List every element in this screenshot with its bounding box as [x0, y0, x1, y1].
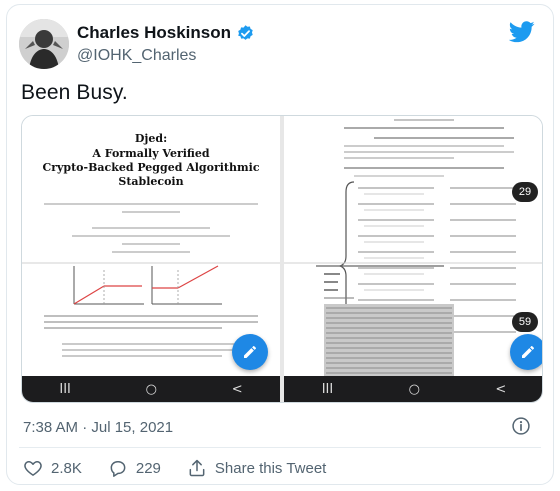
pencil-icon [522, 345, 534, 358]
media-right-page[interactable]: 29 59 III ○ < [284, 116, 542, 402]
tweet-text: Been Busy. [21, 81, 128, 104]
media-left-page[interactable]: Djed: A Formally Verified Crypto-Backed … [22, 116, 280, 402]
paper-equations [284, 119, 542, 378]
avatar[interactable] [19, 19, 69, 69]
actions-divider [19, 447, 541, 448]
edit-fab-right[interactable] [510, 334, 542, 370]
share-label: Share this Tweet [214, 459, 327, 477]
twitter-bird-icon[interactable] [509, 21, 535, 43]
android-navbar-left: III ○ < [22, 376, 280, 402]
heart-icon [24, 461, 42, 476]
info-icon[interactable] [511, 416, 531, 436]
tweet-media[interactable]: Djed: A Formally Verified Crypto-Backed … [21, 115, 543, 403]
reply-count: 229 [135, 459, 161, 477]
tweet-actions: 2.8K 229 Share this Tweet [23, 458, 352, 478]
edit-fab-left[interactable] [232, 334, 268, 370]
like-button[interactable]: 2.8K [23, 458, 82, 478]
recents-button[interactable]: III [59, 382, 71, 397]
pencil-icon [244, 345, 256, 358]
author-display-name[interactable]: Charles Hoskinson [77, 23, 231, 43]
android-navbar-right: III ○ < [284, 376, 542, 402]
home-button[interactable]: ○ [146, 382, 157, 397]
avatar-image [19, 19, 69, 69]
like-count: 2.8K [51, 459, 82, 477]
tweet-card: Charles Hoskinson @IOHK_Charles Been Bus… [6, 4, 554, 485]
home-button[interactable]: ○ [409, 382, 420, 397]
share-button[interactable]: Share this Tweet [187, 458, 326, 478]
back-button[interactable]: < [495, 382, 506, 397]
tweet-timestamp[interactable]: 7:38 AM · Jul 15, 2021 [23, 419, 173, 436]
reply-bubble-icon [110, 461, 126, 477]
reply-button[interactable]: 229 [108, 458, 161, 478]
author-handle[interactable]: @IOHK_Charles [77, 47, 196, 65]
share-icon [189, 459, 205, 477]
back-button[interactable]: < [232, 382, 243, 397]
author-name-row[interactable]: Charles Hoskinson [77, 23, 255, 43]
page-number-badge-bottom: 59 [512, 312, 538, 332]
page-number-badge-top: 29 [512, 182, 538, 202]
recents-button[interactable]: III [322, 382, 334, 397]
verified-badge-icon [238, 24, 253, 40]
